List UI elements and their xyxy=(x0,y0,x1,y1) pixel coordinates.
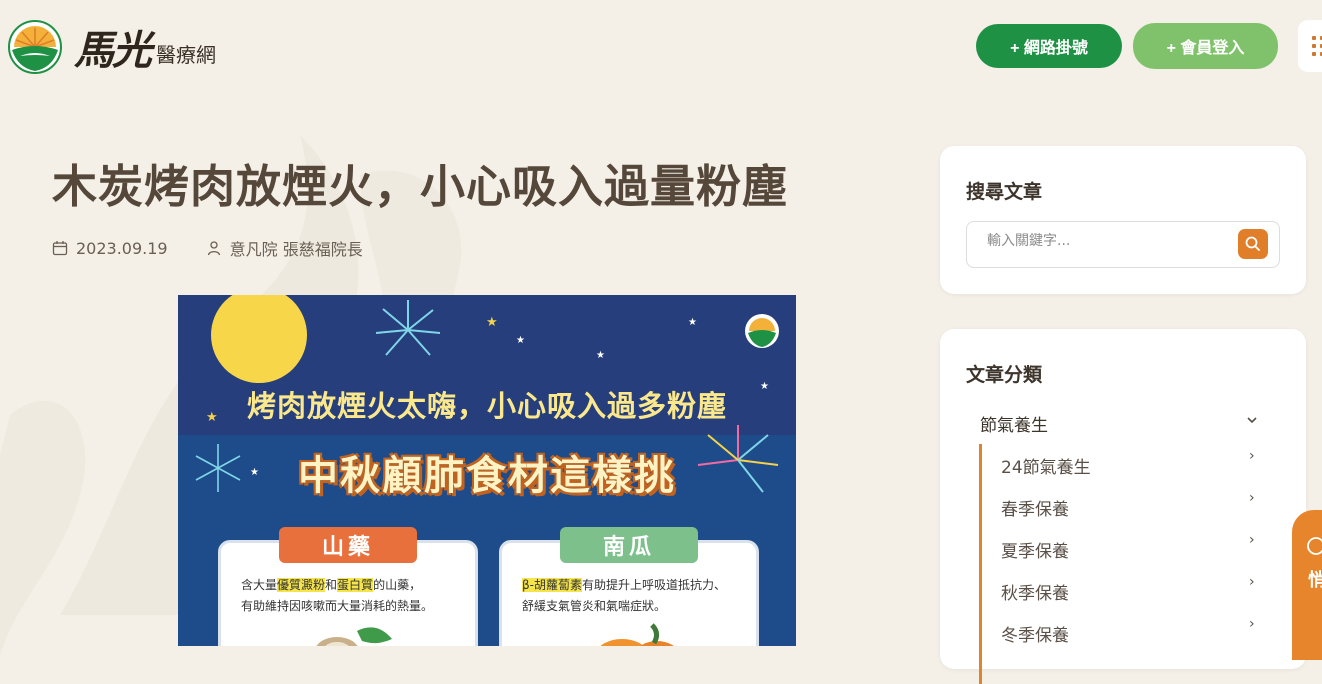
card-label: 山藥 xyxy=(279,527,417,563)
poster-headline: 烤肉放煙火太嗨，小心吸入過多粉塵 xyxy=(246,389,727,423)
category-item-24-solar-terms[interactable]: 24節氣養生 xyxy=(1001,453,1091,478)
pumpkin-illustration xyxy=(600,623,674,646)
category-seasonal-health[interactable]: 節氣養生 xyxy=(980,411,1048,436)
search-input[interactable] xyxy=(985,232,1229,250)
chevron-right-icon[interactable]: › xyxy=(1249,532,1255,548)
category-panel-title: 文章分類 xyxy=(966,364,1043,386)
article-author[interactable]: 意凡院 張慈福院長 xyxy=(230,236,363,260)
search-button[interactable] xyxy=(1238,229,1268,259)
category-indicator-line xyxy=(979,444,982,684)
logo-main-text: 馬光 xyxy=(74,27,152,74)
chevron-right-icon[interactable]: › xyxy=(1249,616,1255,632)
side-tab-text: 悄 xyxy=(1308,570,1322,591)
online-registration-button[interactable]: + 網路掛號 xyxy=(976,24,1122,68)
calendar-icon xyxy=(52,241,68,256)
search-box xyxy=(966,221,1280,268)
logo-emblem-icon xyxy=(8,20,62,74)
moon-graphic xyxy=(211,295,307,383)
firework-graphic xyxy=(375,300,441,356)
chevron-right-icon[interactable]: › xyxy=(1249,490,1255,506)
article-meta: 2023.09.19 意凡院 張慈福院長 xyxy=(52,236,363,260)
poster-main-title: 中秋顧肺食材這樣挑 xyxy=(298,452,676,499)
category-item-autumn[interactable]: 秋季保養 xyxy=(1001,579,1069,604)
user-icon xyxy=(207,241,220,256)
logo-sub-text: 醫療網 xyxy=(156,42,216,67)
floating-side-tab[interactable]: 悄 xyxy=(1292,510,1322,660)
search-panel: 搜尋文章 xyxy=(940,146,1306,294)
category-panel: 文章分類 節氣養生 24節氣養生 › 春季保養 › 夏季保養 › 秋季保養 › … xyxy=(940,329,1306,684)
poster-logo-icon xyxy=(745,314,779,348)
chevron-right-icon[interactable]: › xyxy=(1249,574,1255,590)
chevron-down-icon[interactable] xyxy=(1246,415,1258,425)
site-logo[interactable]: 馬光 醫療網 xyxy=(8,18,216,76)
category-item-winter[interactable]: 冬季保養 xyxy=(1001,621,1069,646)
category-item-summer[interactable]: 夏季保養 xyxy=(1001,537,1069,562)
food-card-pumpkin: 南瓜 β-胡蘿蔔素有助提升上呼吸道抵抗力、 舒緩支氣管炎和氣喘症狀。 xyxy=(499,527,759,646)
article-date: 2023.09.19 xyxy=(76,238,168,258)
info-icon xyxy=(1307,537,1322,555)
article-title: 木炭烤肉放煙火，小心吸入過量粉塵 xyxy=(52,160,789,213)
category-item-spring[interactable]: 春季保養 xyxy=(1001,495,1069,520)
card-text: 含大量優質澱粉和蛋白質的山藥， 有助維持因咳嗽而大量消耗的熱量。 xyxy=(241,578,434,613)
food-card-yam: 山藥 含大量優質澱粉和蛋白質的山藥， 有助維持因咳嗽而大量消耗的熱量。 xyxy=(218,527,478,646)
card-label: 南瓜 xyxy=(560,527,698,563)
search-icon xyxy=(1245,236,1260,251)
menu-grid-icon[interactable] xyxy=(1298,20,1322,72)
chevron-right-icon[interactable]: › xyxy=(1249,448,1255,464)
search-panel-title: 搜尋文章 xyxy=(966,181,1043,203)
article-poster-image: ★ ★ ★ ★ ★ ★ ★ 烤肉放煙火太嗨，小心吸入過多粉塵 中秋顧肺食材這樣挑… xyxy=(178,295,796,646)
member-login-button[interactable]: + 會員登入 xyxy=(1133,23,1278,69)
yam-illustration xyxy=(316,627,392,646)
card-text: β-胡蘿蔔素有助提升上呼吸道抵抗力、 舒緩支氣管炎和氣喘症狀。 xyxy=(522,578,727,613)
